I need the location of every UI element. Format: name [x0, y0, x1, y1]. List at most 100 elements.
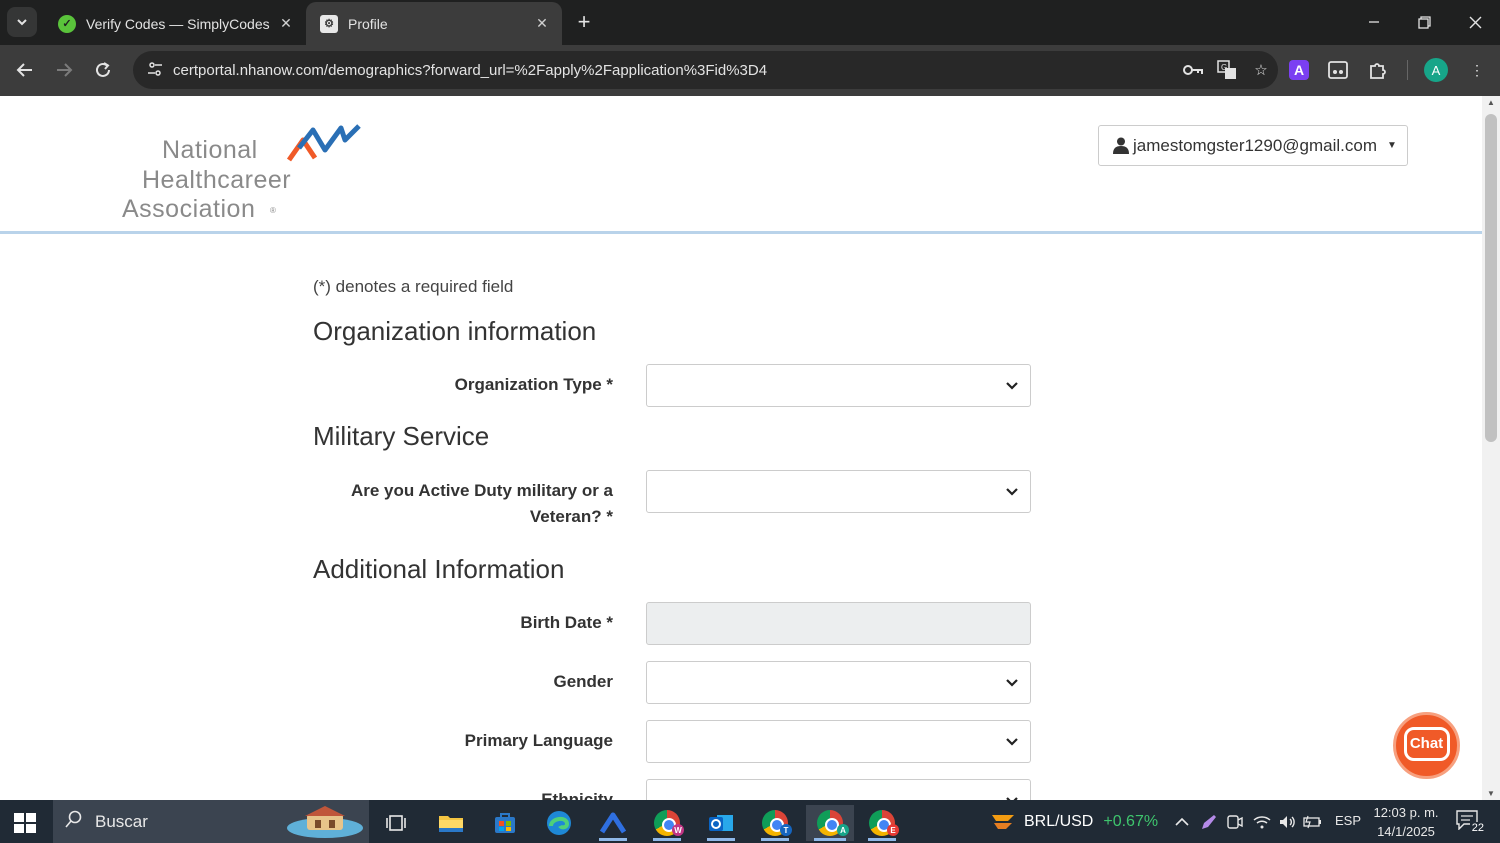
close-icon[interactable]: ✕	[274, 15, 298, 32]
translate-icon[interactable]: G	[1210, 55, 1244, 85]
extension-a-icon[interactable]: A	[1289, 60, 1309, 80]
file-explorer-icon[interactable]	[429, 805, 473, 841]
input-language[interactable]: ESP	[1335, 813, 1361, 828]
meet-now-icon[interactable]	[1225, 812, 1245, 832]
taskbar: Buscar W T A E BRL/USD +0.67% ESP 12:03 …	[0, 800, 1500, 843]
chrome-profile-t-icon[interactable]: T	[753, 805, 797, 841]
required-field-note: (*) denotes a required field	[313, 277, 514, 296]
organization-type-label: Organization Type *	[454, 375, 613, 394]
address-bar[interactable]: certportal.nhanow.com/demographics?forwa…	[133, 51, 1278, 89]
clock-date: 14/1/2025	[1377, 824, 1435, 839]
logo-line-2: Healthcareer	[142, 166, 292, 194]
simplycodes-icon: ✓	[58, 14, 76, 33]
page-scrollbar[interactable]: ▲ ▼	[1482, 96, 1500, 800]
user-icon	[1113, 137, 1131, 154]
organization-type-select[interactable]	[646, 364, 1031, 407]
chat-label: Chat	[1409, 735, 1444, 752]
chrome-profile-w-icon[interactable]: W	[645, 805, 689, 841]
scrollbar-thumb[interactable]	[1485, 114, 1497, 442]
tab-title: Verify Codes — SimplyCodes	[86, 15, 270, 32]
chrome-profile-e-icon[interactable]: E	[860, 805, 904, 841]
tab-title: Profile	[348, 15, 388, 32]
new-tab-button[interactable]: +	[571, 9, 597, 35]
minimize-button[interactable]	[1354, 8, 1394, 36]
stocks-icon	[992, 814, 1014, 829]
ethnicity-select[interactable]	[646, 779, 1031, 800]
close-icon	[1469, 16, 1481, 28]
tray-overflow-chevron-icon[interactable]	[1172, 812, 1192, 832]
extensions-puzzle-icon[interactable]	[1365, 57, 1391, 83]
chevron-down-icon	[17, 19, 27, 26]
close-icon[interactable]: ✕	[530, 15, 554, 32]
page-content: National Healthcareer Association ® jame…	[0, 96, 1482, 800]
system-clock[interactable]: 12:03 p. m. 14/1/2025	[1368, 803, 1444, 841]
chat-button[interactable]: Chat	[1393, 712, 1460, 779]
scroll-up-icon[interactable]: ▲	[1482, 98, 1500, 107]
arrow-left-icon	[16, 63, 32, 77]
restore-icon	[1417, 15, 1431, 29]
toolbar-divider	[1407, 60, 1408, 80]
chevron-down-icon	[1006, 488, 1018, 496]
tab-simplycodes[interactable]: ✓ Verify Codes — SimplyCodes ✕	[44, 2, 306, 45]
section-additional-heading: Additional Information	[313, 554, 565, 584]
gender-label: Gender	[553, 672, 613, 691]
nha-logo[interactable]: National Healthcareer Association ®	[120, 124, 370, 224]
volume-icon[interactable]	[1277, 812, 1297, 832]
microsoft-store-icon[interactable]	[483, 805, 527, 841]
notification-center-icon[interactable]: 22	[1456, 810, 1486, 834]
ethnicity-label: Ethnicity	[541, 790, 613, 800]
chevron-down-icon	[1006, 738, 1018, 746]
search-highlight-art-icon	[287, 806, 363, 838]
url-text[interactable]: certportal.nhanow.com/demographics?forwa…	[173, 62, 1176, 79]
primary-language-label: Primary Language	[464, 731, 613, 750]
birth-date-field[interactable]	[646, 602, 1031, 645]
close-window-button[interactable]	[1455, 8, 1495, 36]
back-button[interactable]	[10, 55, 40, 85]
gear-icon: ⚙	[320, 14, 338, 33]
scroll-down-icon[interactable]: ▼	[1482, 789, 1500, 798]
pen-icon[interactable]	[1199, 812, 1219, 832]
reload-icon	[96, 62, 110, 77]
chrome-profile-a-icon[interactable]: A	[806, 805, 854, 841]
reload-button[interactable]	[88, 55, 118, 85]
site-info-icon[interactable]	[137, 61, 173, 80]
notification-count: 22	[1469, 822, 1486, 834]
menu-kebab-icon[interactable]: ⋮	[1464, 57, 1490, 83]
outlook-icon[interactable]	[699, 805, 743, 841]
windows-start-icon[interactable]	[14, 813, 36, 833]
caret-down-icon: ▼	[1387, 140, 1397, 151]
search-icon	[65, 810, 83, 833]
minimize-icon	[1369, 21, 1379, 23]
military-label: Are you Active Duty military or a Vetera…	[350, 481, 613, 526]
task-view-icon[interactable]	[374, 805, 418, 841]
section-military-heading: Military Service	[313, 421, 490, 451]
profile-avatar[interactable]: A	[1424, 58, 1448, 82]
clock-time: 12:03 p. m.	[1373, 805, 1439, 820]
tab-profile[interactable]: ⚙ Profile ✕	[306, 2, 562, 45]
bookmark-star-icon[interactable]: ☆	[1244, 55, 1278, 85]
browser-toolbar: certportal.nhanow.com/demographics?forwa…	[0, 45, 1500, 96]
user-email: jamestomgster1290@gmail.com	[1133, 135, 1378, 155]
chevron-down-icon	[1006, 797, 1018, 800]
military-select[interactable]	[646, 470, 1031, 513]
chevron-down-icon	[1006, 382, 1018, 390]
gender-select[interactable]	[646, 661, 1031, 704]
edge-icon[interactable]	[537, 805, 581, 841]
tab-strip: ✓ Verify Codes — SimplyCodes ✕ ⚙ Profile…	[0, 0, 1500, 45]
ticker-change: +0.67%	[1103, 812, 1159, 830]
wifi-icon[interactable]	[1252, 812, 1272, 832]
restore-button[interactable]	[1404, 8, 1444, 36]
ticker-symbol: BRL/USD	[1024, 812, 1094, 830]
forward-button[interactable]	[49, 55, 79, 85]
primary-language-select[interactable]	[646, 720, 1031, 763]
reading-mode-icon[interactable]	[1325, 57, 1351, 83]
logo-line-3: Association	[122, 195, 256, 223]
password-key-icon[interactable]	[1176, 55, 1210, 85]
currency-ticker[interactable]: BRL/USD +0.67%	[990, 800, 1158, 843]
tab-search-button[interactable]	[7, 7, 37, 37]
arc-app-icon[interactable]	[591, 805, 635, 841]
battery-icon[interactable]	[1303, 812, 1323, 832]
header-divider	[0, 231, 1482, 234]
user-account-dropdown[interactable]: jamestomgster1290@gmail.com ▼	[1098, 125, 1408, 166]
arrow-right-icon	[57, 63, 73, 77]
